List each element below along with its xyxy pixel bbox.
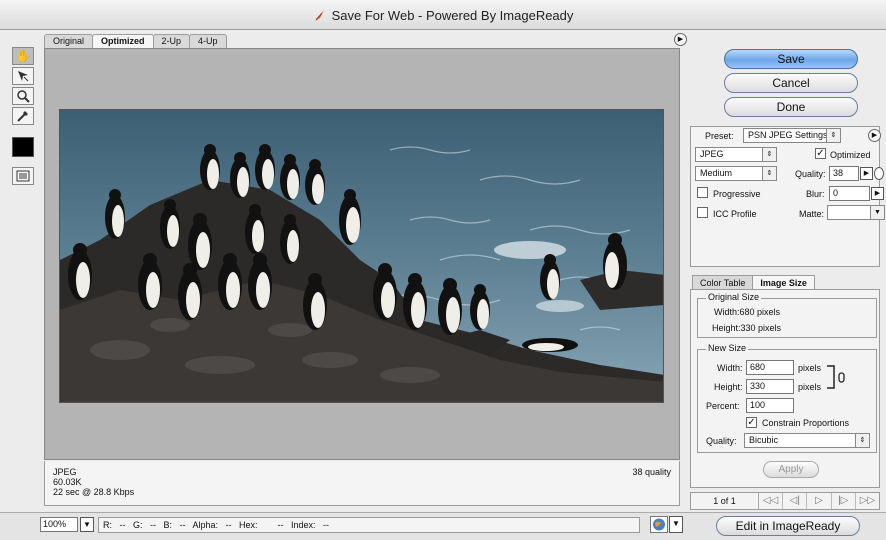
tab-optimized[interactable]: Optimized <box>92 34 154 48</box>
optimize-menu-icon[interactable]: ▶ <box>868 129 881 142</box>
next-frame-button[interactable]: |▷ <box>832 493 856 509</box>
preset-label: Preset: <box>705 131 734 141</box>
chevron-updown-icon: ⇕ <box>826 129 840 142</box>
chevron-updown-icon: ⇕ <box>762 167 776 180</box>
play-button[interactable]: ▷ <box>807 493 832 509</box>
blur-slider-arrow-icon[interactable]: ▶ <box>871 187 884 200</box>
constrain-proportions-checkbox[interactable]: ✓ <box>746 417 757 428</box>
optimization-info-panel: JPEG 60.03K 22 sec @ 28.8 Kbps 38 qualit… <box>44 461 680 506</box>
original-size-title: Original Size <box>706 292 762 302</box>
blur-label: Blur: <box>806 189 825 199</box>
info-quality: 38 quality <box>632 467 671 477</box>
imageready-feather-icon <box>314 10 324 21</box>
view-tabs: Original Optimized 2-Up 4-Up <box>44 34 227 48</box>
zoom-level-field[interactable]: 100% <box>40 517 78 532</box>
tool-palette: ✋ <box>10 47 36 187</box>
blur-input[interactable]: 0 <box>829 186 870 201</box>
quality-level-select[interactable]: Medium ⇕ <box>695 166 777 181</box>
color-readout: R: -- G: -- B: -- Alpha: -- Hex: -- Inde… <box>98 517 640 533</box>
progressive-label: Progressive <box>713 189 761 199</box>
new-width-label: Width: <box>717 363 743 373</box>
original-width: Width:680 pixels <box>714 307 781 317</box>
chevron-down-icon: ▼ <box>870 206 884 219</box>
progressive-checkbox[interactable] <box>697 187 708 198</box>
tab-image-size[interactable]: Image Size <box>752 275 815 290</box>
percent-input[interactable]: 100 <box>746 398 794 413</box>
chain-link-icon[interactable] <box>826 364 848 390</box>
tab-color-table[interactable]: Color Table <box>692 275 754 290</box>
last-frame-button[interactable]: ▷▷ <box>856 493 879 509</box>
original-size-group: Original Size Width:680 pixels Height:33… <box>697 292 877 338</box>
new-height-input[interactable]: 330 <box>746 379 794 394</box>
optimized-label: Optimized <box>830 150 871 160</box>
optimization-settings-panel: Preset: PSN JPEG Settings ⇕ ▶ JPEG ⇕ ✓ Opt… <box>690 126 885 267</box>
eyedropper-color-swatch[interactable] <box>12 137 34 157</box>
percent-label: Percent: <box>706 401 740 411</box>
browser-menu-chevron-down-icon[interactable]: ▼ <box>669 516 683 533</box>
new-width-input[interactable]: 680 <box>746 360 794 375</box>
tab-4-up[interactable]: 4-Up <box>189 34 227 48</box>
height-unit-label: pixels <box>798 382 822 392</box>
zoom-chevron-down-icon[interactable]: ▼ <box>80 517 94 532</box>
file-format-select[interactable]: JPEG ⇕ <box>695 147 777 162</box>
info-download-time: 22 sec @ 28.8 Kbps <box>53 487 135 497</box>
quality-input[interactable]: 38 <box>829 166 859 181</box>
slice-select-tool-icon[interactable] <box>12 67 34 85</box>
original-height: Height:330 pixels <box>712 323 782 333</box>
quality-mask-icon[interactable] <box>874 167 884 180</box>
previous-frame-button[interactable]: ◁| <box>783 493 808 509</box>
toggle-slices-visibility-icon[interactable] <box>12 167 34 185</box>
edit-in-imageready-button[interactable]: Edit in ImageReady <box>716 516 860 536</box>
width-unit-label: pixels <box>798 363 822 373</box>
frame-counter: 1 of 1 <box>691 493 759 509</box>
apply-button[interactable]: Apply <box>763 461 819 478</box>
new-size-title: New Size <box>706 343 749 353</box>
hand-tool-icon[interactable]: ✋ <box>12 47 34 65</box>
eyedropper-tool-icon[interactable] <box>12 107 34 125</box>
constrain-proportions-label: Constrain Proportions <box>762 418 850 428</box>
optimized-checkbox[interactable]: ✓ <box>815 148 826 159</box>
palette-tabs: Color Table Image Size <box>692 275 815 290</box>
browser-preview-icon <box>653 518 665 531</box>
window-title: Save For Web - Powered By ImageReady <box>331 8 574 23</box>
resample-quality-select[interactable]: Bicubic ⇕ <box>744 433 870 448</box>
browser-preview-button[interactable] <box>650 516 668 533</box>
new-size-group: New Size Width: 680 pixels Height: 330 p… <box>697 343 877 453</box>
zoom-tool-icon[interactable] <box>12 87 34 105</box>
preset-select[interactable]: PSN JPEG Settings ⇕ <box>743 128 841 143</box>
animation-navigation: 1 of 1 ◁◁ ◁| ▷ |▷ ▷▷ <box>690 492 880 510</box>
chevron-updown-icon: ⇕ <box>762 148 776 161</box>
icc-profile-label: ICC Profile <box>713 209 757 219</box>
optimized-preview-area[interactable] <box>44 48 680 460</box>
info-file-size: 60.03K <box>53 477 82 487</box>
icc-profile-checkbox[interactable] <box>697 207 708 218</box>
preview-menu-icon[interactable]: ▶ <box>674 33 687 46</box>
tab-original[interactable]: Original <box>44 34 94 48</box>
title-bar: Save For Web - Powered By ImageReady <box>0 0 886 30</box>
resample-quality-label: Quality: <box>706 436 737 446</box>
first-frame-button[interactable]: ◁◁ <box>759 493 784 509</box>
status-bar: 100% ▼ R: -- G: -- B: -- Alpha: -- Hex: … <box>0 512 886 540</box>
info-format: JPEG <box>53 467 77 477</box>
quality-label: Quality: <box>795 169 826 179</box>
cancel-button[interactable]: Cancel <box>724 73 858 93</box>
chevron-updown-icon: ⇕ <box>855 434 869 447</box>
image-size-panel: Original Size Width:680 pixels Height:33… <box>690 289 880 488</box>
save-for-web-window: Save For Web - Powered By ImageReady ✋ O… <box>0 0 886 540</box>
done-button[interactable]: Done <box>724 97 858 117</box>
new-height-label: Height: <box>714 382 743 392</box>
matte-select[interactable]: ▼ <box>827 205 885 220</box>
penguins-photo <box>59 109 664 403</box>
matte-label: Matte: <box>799 209 825 219</box>
tab-2-up[interactable]: 2-Up <box>152 34 191 48</box>
save-button[interactable]: Save <box>724 49 858 69</box>
quality-slider-arrow-icon[interactable]: ▶ <box>860 167 873 180</box>
